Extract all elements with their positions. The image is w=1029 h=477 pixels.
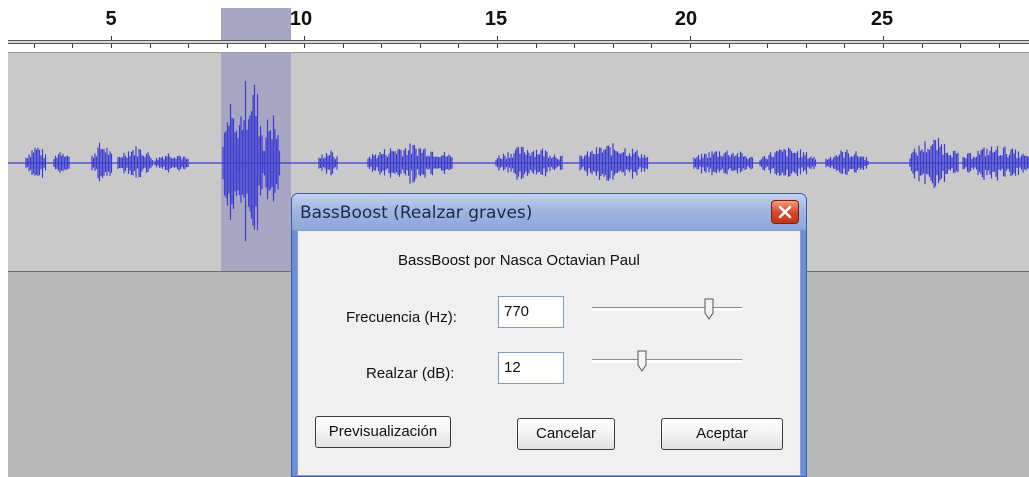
tick-label: 20 xyxy=(674,8,698,30)
close-button[interactable] xyxy=(771,200,799,224)
dialog-titlebar[interactable]: BassBoost (Realzar graves) xyxy=(292,194,806,230)
frequency-label: Frecuencia (Hz): xyxy=(346,309,457,326)
tick-label: 15 xyxy=(484,8,508,30)
boost-slider-track[interactable] xyxy=(592,359,742,363)
waveform-segment xyxy=(262,115,281,202)
dialog-title: BassBoost (Realzar graves) xyxy=(300,203,533,223)
waveform-segment xyxy=(367,143,453,184)
tick-label: 5 xyxy=(105,8,117,30)
dialog-body: BassBoost por Nasca Octavian Paul Frecue… xyxy=(297,230,801,476)
waveform-segment xyxy=(318,150,338,176)
timeline-ruler[interactable]: 5 10 15 20 25 xyxy=(8,8,1029,48)
waveform-segment xyxy=(962,146,1029,181)
ruler-baseline xyxy=(8,40,1029,44)
cancel-button[interactable]: Cancelar xyxy=(517,418,615,450)
waveform-segment xyxy=(237,81,263,242)
bassboost-dialog: BassBoost (Realzar graves) BassBoost por… xyxy=(291,193,807,477)
boost-slider-thumb[interactable] xyxy=(637,350,647,372)
tick-label: 10 xyxy=(289,8,313,30)
ok-button[interactable]: Aceptar xyxy=(661,418,783,450)
waveform-segment xyxy=(909,137,959,188)
boost-label: Realzar (dB): xyxy=(366,365,455,382)
frequency-slider-thumb[interactable] xyxy=(704,298,714,320)
tick-label: 25 xyxy=(870,8,894,30)
frequency-slider-track[interactable] xyxy=(592,307,742,311)
ruler-selection-highlight xyxy=(221,8,291,40)
waveform-segment xyxy=(759,147,817,177)
waveform-segment xyxy=(117,146,154,178)
author-text: BassBoost por Nasca Octavian Paul xyxy=(398,252,640,269)
waveform-segment xyxy=(154,153,189,173)
boost-input[interactable]: 12 xyxy=(498,352,564,384)
waveform-segment xyxy=(825,149,869,175)
waveform-segment xyxy=(579,143,649,181)
close-icon xyxy=(778,205,792,219)
waveform-segment xyxy=(91,142,113,182)
preview-button[interactable]: Previsualización xyxy=(315,416,451,448)
frequency-input[interactable]: 770 xyxy=(498,296,564,328)
waveform-segment xyxy=(495,146,563,180)
waveform-segment xyxy=(222,104,239,220)
